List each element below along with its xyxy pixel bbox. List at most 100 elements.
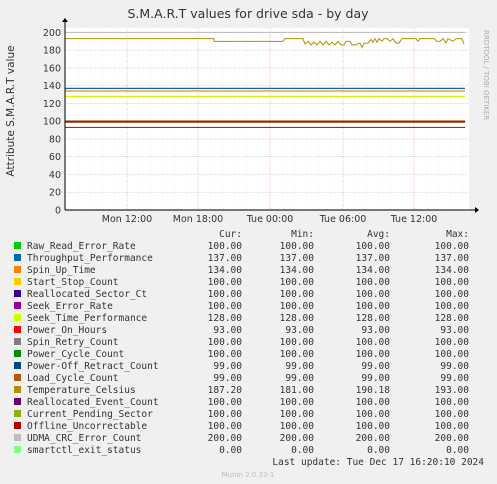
legend: Raw_Read_Error_Rate 100.00 100.00 100.00 100… [14,241,469,456]
legend-avg-Offline_Uncorrectable: 100.00 [356,421,391,432]
plot-area [65,28,469,210]
legend-swatch-Spin_Up_Time [14,266,21,273]
legend-label-Temperature_Celsius: Temperature_Celsius [27,385,136,396]
legend-swatch-Reallocated_Event_Count [14,398,21,405]
legend-cur-smartctl_exit_status: 0.00 [219,445,242,456]
legend-min-Temperature_Celsius: 181.00 [280,385,315,396]
legend-header-max: Max: [446,229,469,240]
legend-max-Throughput_Performance: 137.00 [435,253,470,264]
legend-min-UDMA_CRC_Error_Count: 200.00 [280,433,315,444]
last-update: Last update: Tue Dec 17 16:20:10 2024 [272,457,484,468]
y-axis-label: Attribute S.M.A.R.T value [5,45,17,176]
legend-min-Offline_Uncorrectable: 100.00 [280,421,315,432]
munin-version: Munin 2.0.33-1 [222,471,275,479]
legend-swatch-Offline_Uncorrectable [14,422,21,429]
legend-avg-Spin_Retry_Count: 100.00 [356,337,391,348]
legend-min-Load_Cycle_Count: 99.00 [285,373,314,384]
legend-avg-Raw_Read_Error_Rate: 100.00 [356,241,391,252]
legend-cur-Current_Pending_Sector: 100.00 [208,409,243,420]
legend-label-Power-Off_Retract_Count: Power-Off_Retract_Count [27,361,159,372]
legend-label-Reallocated_Event_Count: Reallocated_Event_Count [27,397,159,408]
legend-swatch-Power-Off_Retract_Count [14,362,21,369]
legend-label-Raw_Read_Error_Rate: Raw_Read_Error_Rate [27,241,136,252]
legend-max-Offline_Uncorrectable: 100.00 [435,421,470,432]
legend-swatch-Power_On_Hours [14,326,21,333]
legend-header-avg: Avg: [367,229,390,240]
legend-swatch-UDMA_CRC_Error_Count [14,434,21,441]
legend-swatch-Seek_Time_Performance [14,314,21,321]
y-tick-label: 20 [49,188,61,199]
legend-cur-Spin_Retry_Count: 100.00 [208,337,243,348]
legend-swatch-Seek_Error_Rate [14,302,21,309]
legend-cur-Seek_Time_Performance: 128.00 [208,313,243,324]
legend-cur-Spin_Up_Time: 134.00 [208,265,243,276]
y-tick-label: 120 [43,99,61,110]
legend-swatch-Power_Cycle_Count [14,350,21,357]
legend-avg-UDMA_CRC_Error_Count: 200.00 [356,433,391,444]
legend-avg-Reallocated_Event_Count: 100.00 [356,397,391,408]
legend-label-Throughput_Performance: Throughput_Performance [27,253,153,264]
legend-avg-Power_On_Hours: 93.00 [361,325,390,336]
legend-min-Power_On_Hours: 93.00 [285,325,314,336]
legend-cur-Reallocated_Sector_Ct: 100.00 [208,289,243,300]
legend-min-Throughput_Performance: 137.00 [280,253,315,264]
legend-label-Power_Cycle_Count: Power_Cycle_Count [27,349,124,360]
legend-min-Current_Pending_Sector: 100.00 [280,409,315,420]
legend-avg-Start_Stop_Count: 100.00 [356,277,391,288]
y-tick-label: 180 [43,46,61,57]
legend-cur-Offline_Uncorrectable: 100.00 [208,421,243,432]
x-tick-label: Mon 12:00 [102,214,152,225]
legend-cur-Throughput_Performance: 137.00 [208,253,243,264]
legend-min-Power_Cycle_Count: 100.00 [280,349,315,360]
legend-min-Start_Stop_Count: 100.00 [280,277,315,288]
legend-swatch-Start_Stop_Count [14,278,21,285]
x-tick-label: Tue 00:00 [246,214,294,225]
legend-cur-Power_Cycle_Count: 100.00 [208,349,243,360]
legend-label-Power_On_Hours: Power_On_Hours [27,325,107,336]
x-tick-label: Mon 18:00 [173,214,223,225]
y-tick-label: 40 [49,170,61,181]
legend-max-Start_Stop_Count: 100.00 [435,277,470,288]
legend-swatch-Reallocated_Sector_Ct [14,290,21,297]
legend-swatch-Current_Pending_Sector [14,410,21,417]
legend-label-Reallocated_Sector_Ct: Reallocated_Sector_Ct [27,289,147,300]
rrdtool-side-label: RRDTOOL / TOBI OETIKER [482,30,490,120]
legend-label-Spin_Up_Time: Spin_Up_Time [27,265,96,276]
y-tick-label: 0 [55,206,61,217]
legend-swatch-Throughput_Performance [14,254,21,261]
legend-max-Power_On_Hours: 93.00 [440,325,469,336]
legend-avg-Seek_Error_Rate: 100.00 [356,301,391,312]
legend-avg-Current_Pending_Sector: 100.00 [356,409,391,420]
legend-max-Seek_Time_Performance: 128.00 [435,313,470,324]
legend-min-Spin_Up_Time: 134.00 [280,265,315,276]
legend-min-Seek_Time_Performance: 128.00 [280,313,315,324]
legend-label-Load_Cycle_Count: Load_Cycle_Count [27,373,119,384]
legend-max-Power_Cycle_Count: 100.00 [435,349,470,360]
legend-header-min: Min: [291,229,314,240]
smart-chart: S.M.A.R.T values for drive sda - by day … [5,6,490,479]
legend-max-Raw_Read_Error_Rate: 100.00 [435,241,470,252]
legend-label-Current_Pending_Sector: Current_Pending_Sector [27,409,153,420]
x-axis-arrow [475,207,479,213]
legend-max-Spin_Up_Time: 134.00 [435,265,470,276]
y-tick-label: 160 [43,63,61,74]
legend-avg-Seek_Time_Performance: 128.00 [356,313,391,324]
legend-label-Start_Stop_Count: Start_Stop_Count [27,277,119,288]
y-tick-label: 60 [49,152,61,163]
legend-avg-Temperature_Celsius: 190.18 [356,385,391,396]
legend-min-Reallocated_Event_Count: 100.00 [280,397,315,408]
legend-min-Seek_Error_Rate: 100.00 [280,301,315,312]
legend-max-Reallocated_Event_Count: 100.00 [435,397,470,408]
legend-cur-Temperature_Celsius: 187.20 [208,385,243,396]
legend-label-Seek_Error_Rate: Seek_Error_Rate [27,301,113,312]
legend-avg-Reallocated_Sector_Ct: 100.00 [356,289,391,300]
legend-label-UDMA_CRC_Error_Count: UDMA_CRC_Error_Count [27,433,141,444]
legend-max-Load_Cycle_Count: 99.00 [440,373,469,384]
y-tick-label: 100 [43,117,61,128]
legend-label-Seek_Time_Performance: Seek_Time_Performance [27,313,147,324]
x-tick-label: Tue 12:00 [390,214,438,225]
y-tick-label: 140 [43,81,61,92]
legend-avg-Spin_Up_Time: 134.00 [356,265,391,276]
legend-swatch-Spin_Retry_Count [14,338,21,345]
chart-title: S.M.A.R.T values for drive sda - by day [127,6,369,21]
